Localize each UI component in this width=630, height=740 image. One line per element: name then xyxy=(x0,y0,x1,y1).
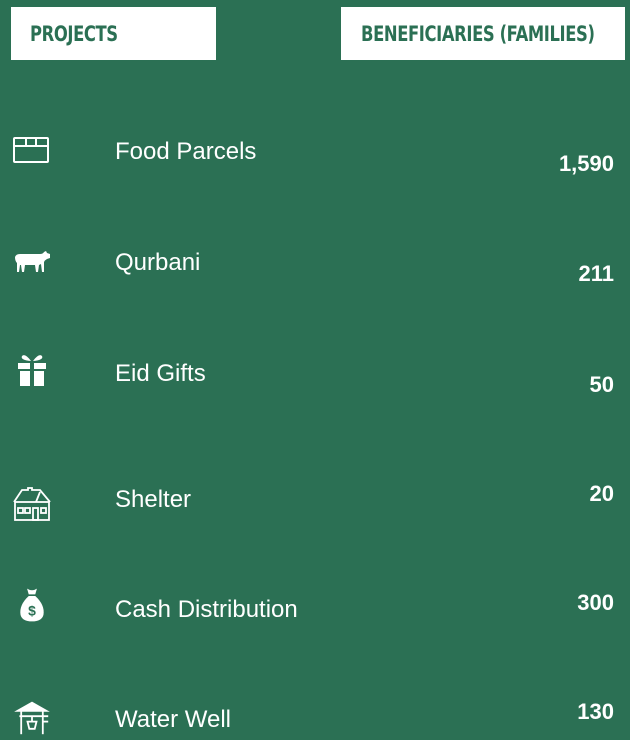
svg-text:$: $ xyxy=(28,603,36,619)
projects-header-label: PROJECTS xyxy=(30,21,118,46)
project-name: Eid Gifts xyxy=(115,360,206,387)
beneficiaries-header: BENEFICIARIES (FAMILIES) xyxy=(341,7,625,60)
project-name: Qurbani xyxy=(115,249,201,276)
projects-header: PROJECTS xyxy=(11,7,216,60)
money-bag-icon: $ xyxy=(12,587,52,623)
beneficiaries-header-label: BENEFICIARIES (FAMILIES) xyxy=(361,21,595,46)
food-parcel-box-icon xyxy=(12,132,52,168)
beneficiaries-count: 130 xyxy=(577,699,614,724)
beneficiaries-count: 50 xyxy=(589,372,614,397)
cow-icon xyxy=(12,245,52,281)
project-name: Food Parcels xyxy=(115,138,257,165)
project-name: Water Well xyxy=(115,706,232,733)
beneficiaries-count: 300 xyxy=(577,590,614,615)
project-name: Cash Distribution xyxy=(115,596,298,623)
beneficiaries-count: 20 xyxy=(589,481,614,506)
house-icon xyxy=(12,486,52,522)
gift-icon xyxy=(12,352,52,388)
project-name: Shelter xyxy=(115,486,192,513)
water-well-icon xyxy=(12,700,52,736)
beneficiaries-count: 1,590 xyxy=(558,151,614,176)
beneficiaries-count: 211 xyxy=(578,261,615,286)
